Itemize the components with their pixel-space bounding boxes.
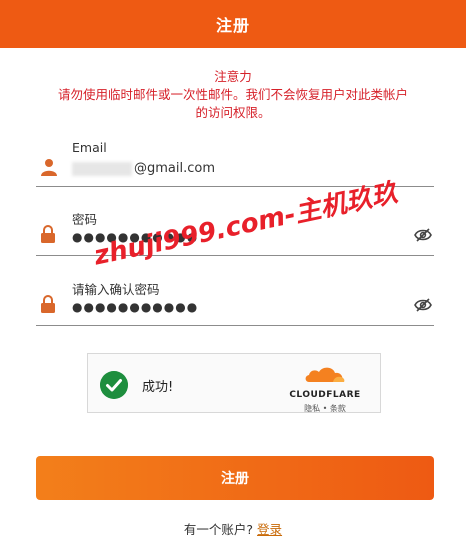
check-circle-icon <box>100 371 128 399</box>
page-title: 注册 <box>215 16 250 35</box>
notice-title: 注意力 <box>214 69 252 84</box>
notice-line-1: 请勿使用临时邮件或一次性邮件。我们不会恢复用户对此类帐户 <box>57 87 408 102</box>
register-button-label: 注册 <box>221 471 249 487</box>
login-prompt: 有一个账户? 登录 <box>0 519 466 538</box>
confirm-password-label: 请输入确认密码 <box>72 282 160 297</box>
password-label: 密码 <box>72 212 98 227</box>
login-link[interactable]: 登录 <box>257 522 282 537</box>
cloud-icon <box>305 367 345 382</box>
notice-line-2: 的访问权限。 <box>195 105 271 120</box>
captcha-status: 成功! <box>142 380 174 395</box>
lock-icon <box>41 295 55 313</box>
confirm-password-field[interactable]: 请输入确认密码 ●●●●●●●●●●● <box>36 279 434 326</box>
warning-notice: 注意力 请勿使用临时邮件或一次性邮件。我们不会恢复用户对此类帐户 的访问权限。 <box>0 68 466 122</box>
link-separator: • <box>322 404 328 413</box>
eye-slash-icon[interactable] <box>414 228 432 242</box>
email-label: Email <box>72 140 107 155</box>
confirm-password-input[interactable]: ●●●●●●●●●●● <box>72 300 198 314</box>
privacy-link[interactable]: 隐私 <box>304 404 320 413</box>
email-domain: @gmail.com <box>134 161 216 176</box>
lock-icon <box>41 225 55 243</box>
cloudflare-captcha[interactable]: 成功! CLOUDFLARE 隐私 • 条款 <box>87 353 381 413</box>
email-field[interactable]: Email @gmail.com <box>36 140 434 187</box>
captcha-links: 隐私 • 条款 <box>284 403 366 414</box>
redacted-email-part <box>72 161 132 176</box>
email-input[interactable]: @gmail.com <box>72 161 215 176</box>
terms-link[interactable]: 条款 <box>330 404 346 413</box>
password-field[interactable]: 密码 ●●●●●●●●●●● <box>36 209 434 256</box>
register-button[interactable]: 注册 <box>36 456 434 500</box>
header-bar: 注册 <box>0 0 466 48</box>
login-prompt-text: 有一个账户? <box>183 522 254 537</box>
user-icon <box>41 159 57 176</box>
cloudflare-logo: CLOUDFLARE 隐私 • 条款 <box>284 364 366 414</box>
cloudflare-wordmark: CLOUDFLARE <box>289 390 361 400</box>
eye-slash-icon[interactable] <box>414 298 432 312</box>
password-input[interactable]: ●●●●●●●●●●● <box>72 230 198 244</box>
